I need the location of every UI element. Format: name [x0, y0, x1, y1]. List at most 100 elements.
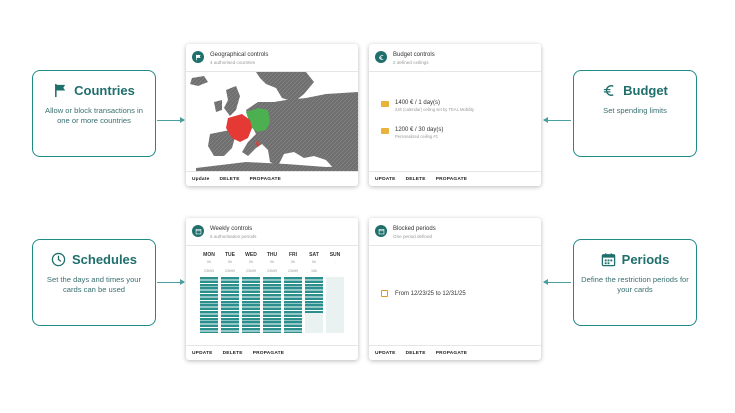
day-label-sat: SAT: [309, 252, 319, 258]
card-divider: [186, 245, 358, 246]
day-label-sun: SUN: [329, 252, 341, 258]
schedules-callout: Schedules Set the days and times your ca…: [32, 239, 156, 326]
euro-badge-icon: [375, 51, 387, 63]
update-button[interactable]: UPDATE: [192, 351, 213, 356]
europe-map: [186, 72, 358, 171]
periods-description: Define the restriction periods for your …: [581, 275, 689, 294]
ceiling-value: 1400 € / 1 day(s): [395, 100, 441, 106]
flag-badge-icon: [192, 51, 204, 63]
card-divider: [369, 245, 541, 246]
day-label-wed: WED: [245, 252, 257, 258]
weekly-schedule-grid: MON TUE WED THU FRI SAT SUN 0h 0h 0h 0h …: [200, 252, 344, 334]
europe-map-graphic: [190, 72, 358, 171]
propagate-button[interactable]: PROPAGATE: [436, 351, 467, 356]
budget-connector-arrow: [543, 117, 571, 123]
day-start-time: 0h: [249, 260, 253, 264]
card-actions: UPDATE DELETE PROPAGATE: [369, 171, 541, 186]
card-actions: UPDATE DELETE PROPAGATE: [186, 345, 358, 360]
schedules-title: Schedules: [71, 252, 138, 267]
weekly-controls-card: Weekly controls 6 authorisation periods …: [186, 218, 358, 360]
periods-callout: Periods Define the restriction periods f…: [573, 239, 697, 326]
card-title: Budget controls: [393, 52, 435, 58]
delete-button[interactable]: DELETE: [223, 351, 243, 356]
delete-button[interactable]: DELETE: [219, 177, 239, 182]
day-end-time: 23h59: [204, 269, 214, 273]
budget-title: Budget: [623, 83, 668, 98]
card-actions: UPDATE DELETE PROPAGATE: [369, 345, 541, 360]
card-header: Geographical controls 4 authorised count…: [186, 44, 358, 71]
flag-icon: [55, 83, 66, 98]
budget-ceiling-row: 1200 € / 30 day(s) Personalized ceiling …: [381, 126, 443, 140]
card-actions: Update DELETE PROPAGATE: [186, 171, 358, 186]
day-start-time: 0h: [228, 260, 232, 264]
day-label-mon: MON: [203, 252, 215, 258]
day-authorized-bar[interactable]: [263, 277, 281, 333]
day-end-time: 23h59: [288, 269, 298, 273]
euro-icon: [603, 85, 614, 96]
day-start-time: 0h: [312, 260, 316, 264]
calendar-badge-icon: [375, 225, 387, 237]
countries-title: Countries: [74, 83, 135, 98]
propagate-button[interactable]: PROPAGATE: [436, 177, 467, 182]
day-label-fri: FRI: [288, 252, 298, 258]
day-authorized-bar[interactable]: [221, 277, 239, 333]
card-title: Geographical controls: [210, 52, 269, 58]
update-button[interactable]: Update: [192, 177, 209, 182]
countries-heading: Countries: [39, 83, 149, 98]
ceiling-note: 24h (calendar) ceiling set by TEAL Mobil…: [395, 107, 475, 112]
day-authorized-bar[interactable]: [305, 277, 323, 333]
day-authorized-bar[interactable]: [200, 277, 218, 333]
card-subtitle: 6 authorisation periods: [210, 234, 257, 239]
day-authorized-bar[interactable]: [284, 277, 302, 333]
day-label-tue: TUE: [225, 252, 235, 258]
card-divider: [369, 71, 541, 72]
propagate-button[interactable]: PROPAGATE: [253, 351, 284, 356]
card-header: Blocked periods One period defined: [369, 218, 541, 245]
budget-callout: Budget Set spending limits: [573, 70, 697, 157]
calendar-icon: [381, 290, 388, 297]
card-payment-icon: [381, 101, 389, 107]
period-range: From 12/23/25 to 12/31/25: [395, 290, 466, 297]
update-button[interactable]: UPDATE: [375, 177, 396, 182]
day-start-time: -: [334, 260, 336, 264]
calendar-icon: [601, 253, 615, 267]
ceiling-value: 1200 € / 30 day(s): [395, 127, 444, 133]
clock-icon: [51, 252, 66, 267]
card-header: Budget controls 2 defined ceilings: [369, 44, 541, 71]
schedules-description: Set the days and times your cards can be…: [46, 275, 142, 294]
propagate-button[interactable]: PROPAGATE: [250, 177, 281, 182]
delete-button[interactable]: DELETE: [406, 177, 426, 182]
budget-controls-card: Budget controls 2 defined ceilings 1400 …: [369, 44, 541, 186]
card-subtitle: 2 defined ceilings: [393, 60, 429, 65]
budget-heading: Budget: [580, 83, 690, 98]
card-header: Weekly controls 6 authorisation periods: [186, 218, 358, 245]
day-end-time: 16h: [311, 269, 317, 273]
budget-description: Set spending limits: [603, 106, 667, 115]
periods-connector-arrow: [543, 279, 571, 285]
blocked-periods-card: Blocked periods One period defined From …: [369, 218, 541, 360]
delete-button[interactable]: DELETE: [406, 351, 426, 356]
countries-callout: Countries Allow or block transactions in…: [32, 70, 156, 157]
card-subtitle: 4 authorised countries: [210, 60, 256, 65]
day-start-time: 0h: [207, 260, 211, 264]
update-button[interactable]: UPDATE: [375, 351, 396, 356]
card-title: Weekly controls: [210, 226, 253, 232]
schedules-heading: Schedules: [39, 252, 149, 267]
calendar-badge-icon: [192, 225, 204, 237]
day-label-thu: THU: [266, 252, 278, 258]
card-title: Blocked periods: [393, 226, 436, 232]
card-subtitle: One period defined: [393, 234, 433, 239]
day-empty-bar[interactable]: [326, 277, 344, 333]
day-authorized-bar[interactable]: [242, 277, 260, 333]
day-start-time: 0h: [270, 260, 274, 264]
blocked-period-row: From 12/23/25 to 12/31/25: [381, 290, 466, 297]
day-end-time: 23h59: [225, 269, 235, 273]
periods-heading: Periods: [580, 252, 690, 267]
countries-connector-arrow: [157, 117, 185, 123]
schedules-connector-arrow: [157, 279, 185, 285]
day-end-time: 23h59: [267, 269, 277, 273]
day-end-time: 23h59: [246, 269, 256, 273]
periods-title: Periods: [621, 252, 670, 267]
card-payment-icon: [381, 128, 389, 134]
budget-ceiling-row: 1400 € / 1 day(s) 24h (calendar) ceiling…: [381, 99, 474, 113]
